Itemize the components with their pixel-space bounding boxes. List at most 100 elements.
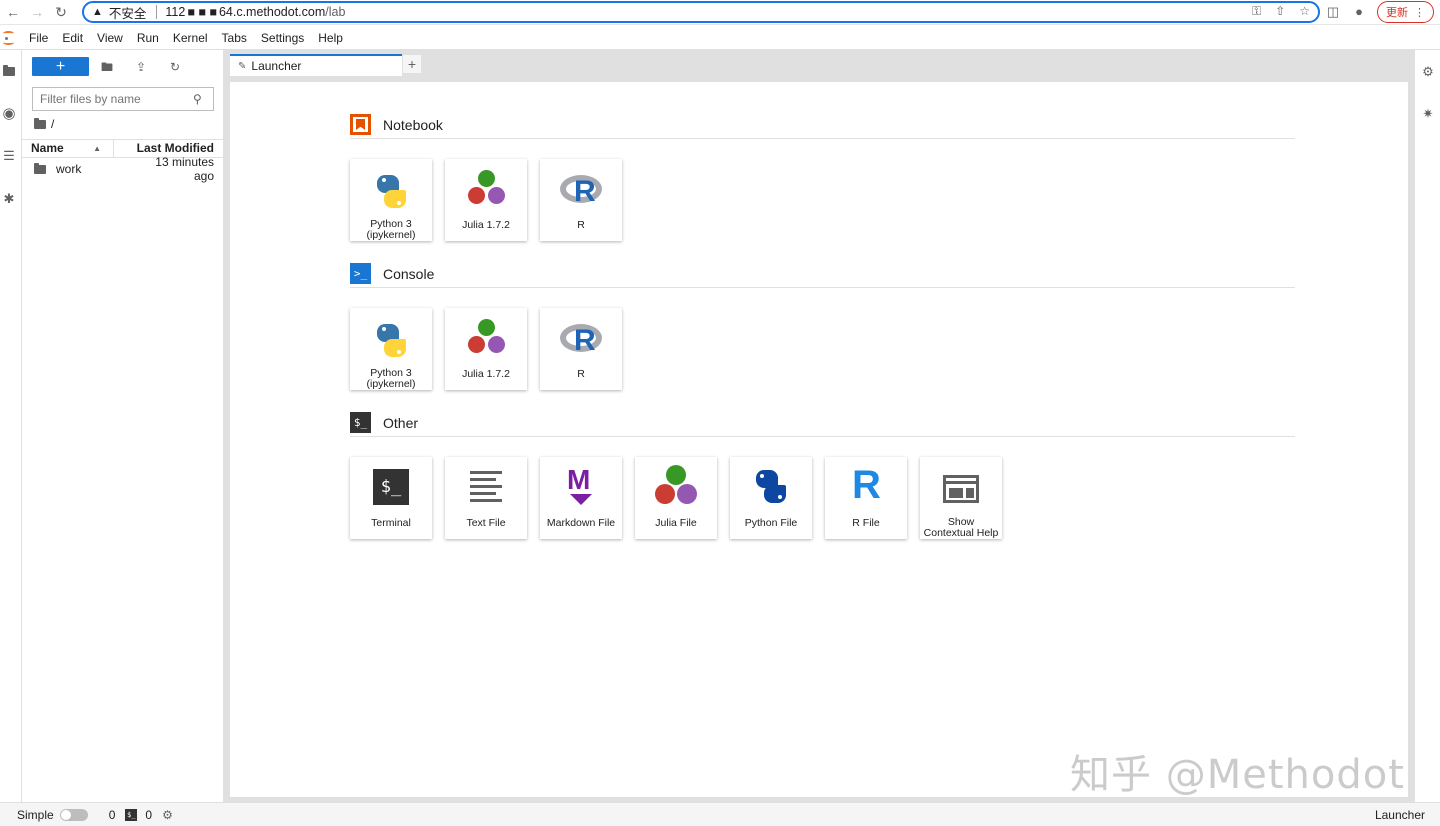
file-modified: 13 minutes ago [155,155,214,183]
extension-icon[interactable]: ✱ [0,190,18,208]
refresh-icon[interactable]: ↻ [166,58,184,76]
menu-kernel[interactable]: Kernel [166,27,215,50]
r-file-card[interactable]: R R File [825,457,907,539]
key-icon[interactable]: ⚿ [1252,4,1261,19]
tab-label: Launcher [251,59,302,73]
card-label: R File [852,517,880,529]
new-launcher-button[interactable]: + [32,57,89,76]
r-icon: R [557,167,605,215]
python-file-icon [747,465,795,513]
console-icon: >_ [350,263,371,284]
url-host: 64.c.methodot.com [218,5,326,19]
contextual-help-icon [937,465,985,512]
column-name-label: Name [31,141,64,155]
add-tab-button[interactable]: + [402,54,422,74]
folder-icon[interactable] [0,62,18,80]
other-icon: $_ [350,412,371,433]
card-label: Terminal [371,517,411,529]
share-icon[interactable]: ⇧ [1275,4,1285,19]
left-sidebar-tabs: ◉ ☰ ✱ [0,50,22,802]
kernels-count[interactable]: 0 [109,808,116,822]
notebook-julia-card[interactable]: Julia 1.7.2 [445,159,527,241]
notebook-icon [350,114,371,135]
profile-icon[interactable]: ● [1351,4,1367,20]
browser-toolbar: ← → ↻ ▲ 不安全 112 ■ ■ ■ 64.c.methodot.com … [0,0,1440,25]
file-row[interactable]: work 13 minutes ago [22,155,224,183]
folder-icon [34,162,46,174]
menu-help[interactable]: Help [311,27,350,50]
notebook-section-header: Notebook [350,111,1295,139]
console-python3-card[interactable]: Python 3 (ipykernel) [350,308,432,390]
console-r-card[interactable]: R R [540,308,622,390]
redacted-mark: ■ ■ ■ [187,5,217,19]
notebook-r-card[interactable]: R R [540,159,622,241]
julia-icon [462,316,510,364]
address-bar[interactable]: ▲ 不安全 112 ■ ■ ■ 64.c.methodot.com /lab ⚿… [82,1,1320,23]
property-inspector-icon[interactable]: ⚙ [1421,65,1435,79]
sidebar-icon[interactable]: ◫ [1325,4,1341,20]
menu-edit[interactable]: Edit [55,27,90,50]
python-icon [367,167,415,214]
file-browser: + 🖿 ⇪ ↻ ⚲ / Name ▲ Last Modified work 13… [22,50,224,802]
terminals-count[interactable]: 0 [145,808,152,822]
markdown-icon: M [557,465,605,513]
other-section: $_ Other [350,409,1295,437]
url-host-prefix: 112 [165,5,186,19]
r-file-icon: R [852,463,881,507]
notebook-python3-card[interactable]: Python 3 (ipykernel) [350,159,432,241]
update-label: 更新 [1386,7,1408,19]
card-label: Julia 1.7.2 [462,368,510,380]
terminal-card[interactable]: $_ Terminal [350,457,432,539]
more-icon: ⋮ [1414,6,1425,19]
text-file-card[interactable]: Text File [445,457,527,539]
card-label: Markdown File [546,517,616,529]
console-julia-card[interactable]: Julia 1.7.2 [445,308,527,390]
card-label: Python 3 (ipykernel) [366,367,416,390]
notebook-section: Notebook [350,111,1295,139]
home-folder-icon[interactable] [34,117,46,129]
simple-mode-toggle[interactable] [59,808,88,821]
launcher-panel: Notebook Python 3 (ipykernel) Julia 1.7.… [230,81,1408,797]
text-file-icon [462,465,510,513]
r-icon: R [557,316,605,364]
debugger-icon[interactable]: ✷ [1421,107,1435,121]
status-right-label: Launcher [1374,807,1425,822]
breadcrumb: / [34,116,54,132]
tab-launcher[interactable]: ✎ Launcher [230,54,402,76]
new-folder-icon[interactable]: 🖿 [98,58,116,76]
julia-icon [652,465,700,513]
filter-input[interactable] [40,92,190,106]
search-icon: ⚲ [193,92,202,106]
back-icon[interactable]: ← [1,0,25,24]
python-icon [367,316,415,363]
status-bar: Simple 0 $_ 0 ⚙ Launcher [0,802,1440,826]
menu-run[interactable]: Run [130,27,166,50]
menu-view[interactable]: View [90,27,130,50]
launcher-tab-icon: ✎ [238,60,247,72]
menu-tabs[interactable]: Tabs [215,27,254,50]
star-icon[interactable]: ☆ [1299,4,1310,19]
kernel-status-icon[interactable]: ⚙ [162,808,173,822]
markdown-file-card[interactable]: M Markdown File [540,457,622,539]
upload-icon[interactable]: ⇪ [132,58,150,76]
reload-icon[interactable]: ↻ [49,0,73,24]
julia-file-card[interactable]: Julia File [635,457,717,539]
menu-file[interactable]: File [22,27,55,50]
python-file-card[interactable]: Python File [730,457,812,539]
card-label: Text File [466,517,506,529]
breadcrumb-root[interactable]: / [51,117,54,131]
security-label: 不安全 [108,6,147,21]
running-icon[interactable]: ◉ [0,104,18,122]
card-label: Python 3 (ipykernel) [366,218,416,241]
forward-icon[interactable]: → [25,0,49,24]
contextual-help-card[interactable]: Show Contextual Help [920,457,1002,539]
toc-icon[interactable]: ☰ [0,147,18,165]
menu-settings[interactable]: Settings [254,27,311,50]
file-browser-toolbar: + 🖿 ⇪ ↻ [22,56,224,78]
filter-box: ⚲ [32,87,214,111]
column-name-header[interactable]: Name ▲ [22,140,114,157]
update-button[interactable]: 更新 ⋮ [1377,1,1434,23]
card-label: R [577,368,585,380]
console-section: >_ Console [350,260,1295,288]
watermark: 知乎 @Methodot [1070,752,1405,798]
